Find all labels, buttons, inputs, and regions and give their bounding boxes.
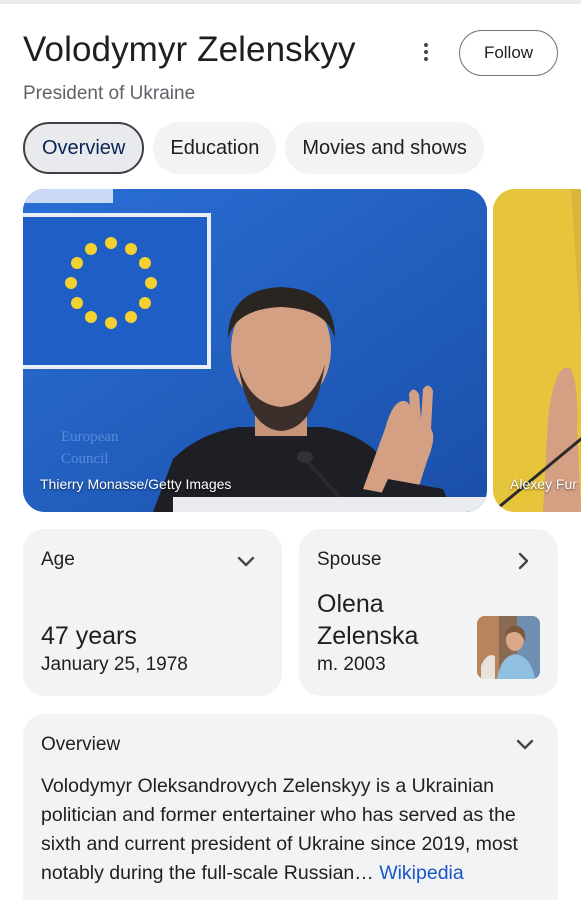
tab-education[interactable]: Education xyxy=(153,122,277,174)
dot xyxy=(424,57,428,61)
age-value: 47 years xyxy=(41,622,137,650)
image-credit: Alexey Fur xyxy=(510,476,577,492)
entity-title: Volodymyr Zelenskyy xyxy=(23,30,356,69)
birth-date: January 25, 1978 xyxy=(41,654,188,675)
chevron-right-icon[interactable] xyxy=(512,550,534,572)
tab-movies-and-shows[interactable]: Movies and shows xyxy=(285,122,484,174)
spouse-label: Spouse xyxy=(317,549,382,570)
tab-bar: Overview Education Movies and shows xyxy=(23,122,484,174)
chevron-down-icon[interactable] xyxy=(514,733,536,755)
spouse-avatar[interactable] xyxy=(477,616,540,679)
wikipedia-link[interactable]: Wikipedia xyxy=(379,862,464,884)
backdrop-text: European xyxy=(61,429,119,445)
follow-button[interactable]: Follow xyxy=(459,30,558,76)
overview-card[interactable]: Overview Volodymyr Oleksandrovych Zelens… xyxy=(23,714,558,900)
entity-subtitle: President of Ukraine xyxy=(23,83,196,104)
spouse-name-line2: Zelenska xyxy=(317,622,419,650)
more-options-icon[interactable] xyxy=(412,38,440,66)
spouse-name-line1: Olena xyxy=(317,590,384,618)
age-card[interactable]: Age 47 years January 25, 1978 xyxy=(23,529,282,696)
dot xyxy=(424,43,428,47)
image-card[interactable]: European Council Thierry Monasse/Getty I… xyxy=(23,189,487,512)
chevron-down-icon[interactable] xyxy=(235,550,257,572)
dot xyxy=(424,50,428,54)
spouse-card[interactable]: Spouse Olena Zelenska m. 2003 xyxy=(299,529,558,696)
top-divider xyxy=(0,0,581,4)
image-carousel: European Council Thierry Monasse/Getty I… xyxy=(23,189,581,512)
marriage-year: m. 2003 xyxy=(317,654,386,675)
image-card[interactable]: Alexey Fur xyxy=(493,189,581,512)
overview-label: Overview xyxy=(41,734,121,755)
image-credit: Thierry Monasse/Getty Images xyxy=(40,476,232,492)
speaker-photo: European Council xyxy=(23,189,487,512)
second-photo xyxy=(493,189,581,512)
age-label: Age xyxy=(41,549,75,570)
tab-overview[interactable]: Overview xyxy=(23,122,145,174)
backdrop-text: Council xyxy=(61,451,109,467)
overview-description: Volodymyr Oleksandrovych Zelenskyy is a … xyxy=(41,772,546,888)
